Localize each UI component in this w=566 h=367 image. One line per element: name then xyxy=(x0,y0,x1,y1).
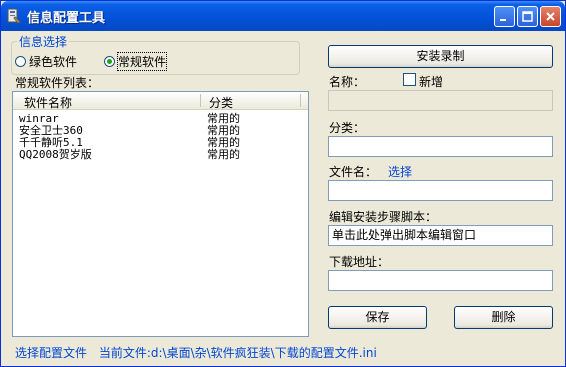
column-divider[interactable] xyxy=(300,94,301,107)
title-bar[interactable]: 信息配置工具 xyxy=(1,1,565,31)
app-icon xyxy=(6,8,22,24)
download-url-field[interactable] xyxy=(328,270,553,291)
name-label: 名称： xyxy=(329,75,366,89)
radio-circle-icon xyxy=(104,56,115,67)
status-bar: 选择配置文件 当前文件:d:\桌面\杂\软件疯狂装\下载的配置文件.ini xyxy=(15,344,377,361)
software-list[interactable]: 软件名称 分类 winrar 常用的 安全卫士360 常用的 千千静听5.1 常… xyxy=(12,91,309,337)
radio-circle-icon xyxy=(15,56,26,67)
column-header-category[interactable]: 分类 xyxy=(209,94,233,111)
close-button[interactable] xyxy=(540,6,561,27)
category-label: 分类： xyxy=(329,121,366,135)
radio-label: 常规软件 xyxy=(116,52,168,71)
script-editor-field[interactable]: 单击此处弹出脚本编辑窗口 xyxy=(328,225,553,246)
category-field[interactable] xyxy=(328,136,553,157)
delete-button[interactable]: 删除 xyxy=(454,306,553,329)
script-label: 编辑安装步骤脚本： xyxy=(329,210,438,224)
list-title: 常规软件列表： xyxy=(15,76,100,90)
column-header-name[interactable]: 软件名称 xyxy=(24,94,72,111)
group-title: 信息选择 xyxy=(17,33,70,50)
software-category: 常用的 xyxy=(207,148,240,161)
minimize-button[interactable] xyxy=(494,6,515,27)
radio-regular-software[interactable]: 常规软件 xyxy=(104,52,168,71)
maximize-button[interactable] xyxy=(517,6,538,27)
select-config-link[interactable]: 选择配置文件 xyxy=(15,346,87,360)
window-title: 信息配置工具 xyxy=(27,11,106,26)
install-record-button[interactable]: 安装录制 xyxy=(328,45,553,68)
current-file-text: 当前文件:d:\桌面\杂\软件疯狂装\下载的配置文件.ini xyxy=(98,346,377,360)
radio-label: 绿色软件 xyxy=(29,55,78,69)
list-header: 软件名称 分类 xyxy=(13,92,308,110)
select-file-link[interactable]: 选择 xyxy=(388,163,412,180)
radio-green-software[interactable]: 绿色软件 xyxy=(15,53,77,70)
filename-field[interactable] xyxy=(328,180,553,201)
save-button[interactable]: 保存 xyxy=(328,306,427,329)
column-divider[interactable] xyxy=(200,94,201,107)
download-url-label: 下载地址： xyxy=(329,255,390,269)
filename-label: 文件名： xyxy=(329,165,378,179)
main-window: 信息配置工具 信息选择 绿色软件 常规软件 常规软件列表： 软件名称 分类 wi… xyxy=(0,0,566,367)
new-checkbox-label[interactable]: 新增 xyxy=(419,73,443,90)
new-checkbox[interactable] xyxy=(403,73,416,86)
name-field[interactable] xyxy=(328,90,553,111)
software-name: QQ2008贺岁版 xyxy=(19,148,92,161)
